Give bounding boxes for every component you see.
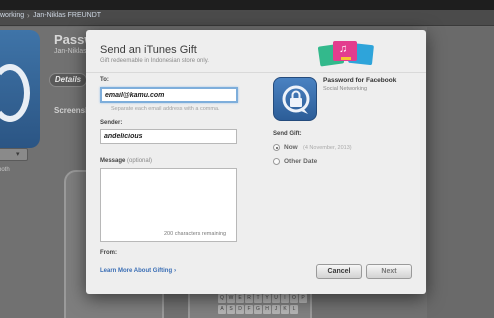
- gift-app-category: Social Networking: [323, 86, 368, 92]
- keyboard-key: T: [254, 294, 262, 303]
- send-gift-label: Send Gift:: [273, 131, 302, 137]
- buy-dropdown[interactable]: [0, 148, 28, 161]
- dialog-title: Send an iTunes Gift: [100, 44, 197, 56]
- option-now-date: (4 November, 2013): [303, 145, 352, 151]
- chevron-right-icon: ›: [174, 267, 177, 274]
- window-top-bar: [0, 0, 494, 10]
- lock-chat-glyph: [282, 85, 310, 114]
- keyboard-key: I: [281, 294, 289, 303]
- characters-remaining: 200 characters remaining: [164, 231, 227, 237]
- tab-details[interactable]: Details: [49, 73, 87, 87]
- message-label: Message (optional): [100, 158, 152, 164]
- chevron-down-icon: ▾: [16, 151, 20, 158]
- keyboard-key: Q: [218, 294, 226, 303]
- keyboard-key: W: [227, 294, 235, 303]
- to-email-field[interactable]: [100, 87, 238, 103]
- sender-label: Sender:: [100, 120, 123, 126]
- gift-app-name: Password for Facebook: [323, 77, 397, 84]
- header-divider: [86, 72, 426, 73]
- dialog-subtitle: Gift redeemable in Indonesian store only…: [100, 58, 209, 64]
- lock-chat-icon: [273, 77, 317, 121]
- from-label: From:: [100, 250, 117, 256]
- app-author[interactable]: Jan-Niklas: [54, 48, 87, 55]
- keyboard-key: D: [236, 305, 244, 314]
- breadcrumb-item[interactable]: Jan-Niklas FREUNDT: [33, 12, 101, 19]
- keyboard-key: Y: [263, 294, 271, 303]
- keyboard-image: QWERTYUIOP ASDFGHJKL: [218, 294, 308, 316]
- keyboard-key: P: [299, 294, 307, 303]
- keyboard-key: J: [272, 305, 280, 314]
- keyboard-key: K: [281, 305, 289, 314]
- learn-more-link[interactable]: Learn More About Gifting: [100, 268, 172, 274]
- radio-now[interactable]: [273, 144, 280, 151]
- message-optional-text: (optional): [127, 158, 153, 164]
- keyboard-key: L: [290, 305, 298, 314]
- keyboard-key: S: [227, 305, 235, 314]
- send-gift-dialog: Send an iTunes Gift Gift redeemable in I…: [86, 30, 426, 294]
- radio-other-date[interactable]: [273, 158, 280, 165]
- keyboard-key: G: [254, 305, 262, 314]
- breadcrumb-separator-icon: ›: [27, 11, 30, 20]
- compatibility-label: both: [0, 167, 10, 173]
- to-label: To:: [100, 77, 109, 83]
- to-hint: Separate each email address with a comma…: [111, 106, 220, 112]
- breadcrumb-item[interactable]: working: [0, 12, 24, 19]
- gift-card-stripe: [341, 57, 351, 60]
- cancel-button[interactable]: Cancel: [316, 264, 362, 279]
- next-button[interactable]: Next: [366, 264, 412, 279]
- screenshots-heading: Screensh: [54, 106, 91, 115]
- music-note-icon: ♫: [339, 43, 348, 55]
- keyboard-key: E: [236, 294, 244, 303]
- option-other-date-label[interactable]: Other Date: [284, 158, 317, 165]
- keyboard-key: U: [272, 294, 280, 303]
- option-now-label[interactable]: Now: [284, 144, 298, 151]
- keyboard-key: H: [263, 305, 271, 314]
- keyboard-key: F: [245, 305, 253, 314]
- keyboard-row: QWERTYUIOP: [218, 294, 308, 303]
- right-panel: [427, 27, 494, 318]
- sender-field[interactable]: [100, 129, 237, 144]
- keyboard-key: R: [245, 294, 253, 303]
- message-label-text: Message: [100, 158, 126, 164]
- keyboard-key: O: [290, 294, 298, 303]
- gift-cards-icon: ♫: [317, 38, 377, 68]
- keyboard-row: ASDFGHJKL: [218, 305, 308, 314]
- keyboard-key: A: [218, 305, 226, 314]
